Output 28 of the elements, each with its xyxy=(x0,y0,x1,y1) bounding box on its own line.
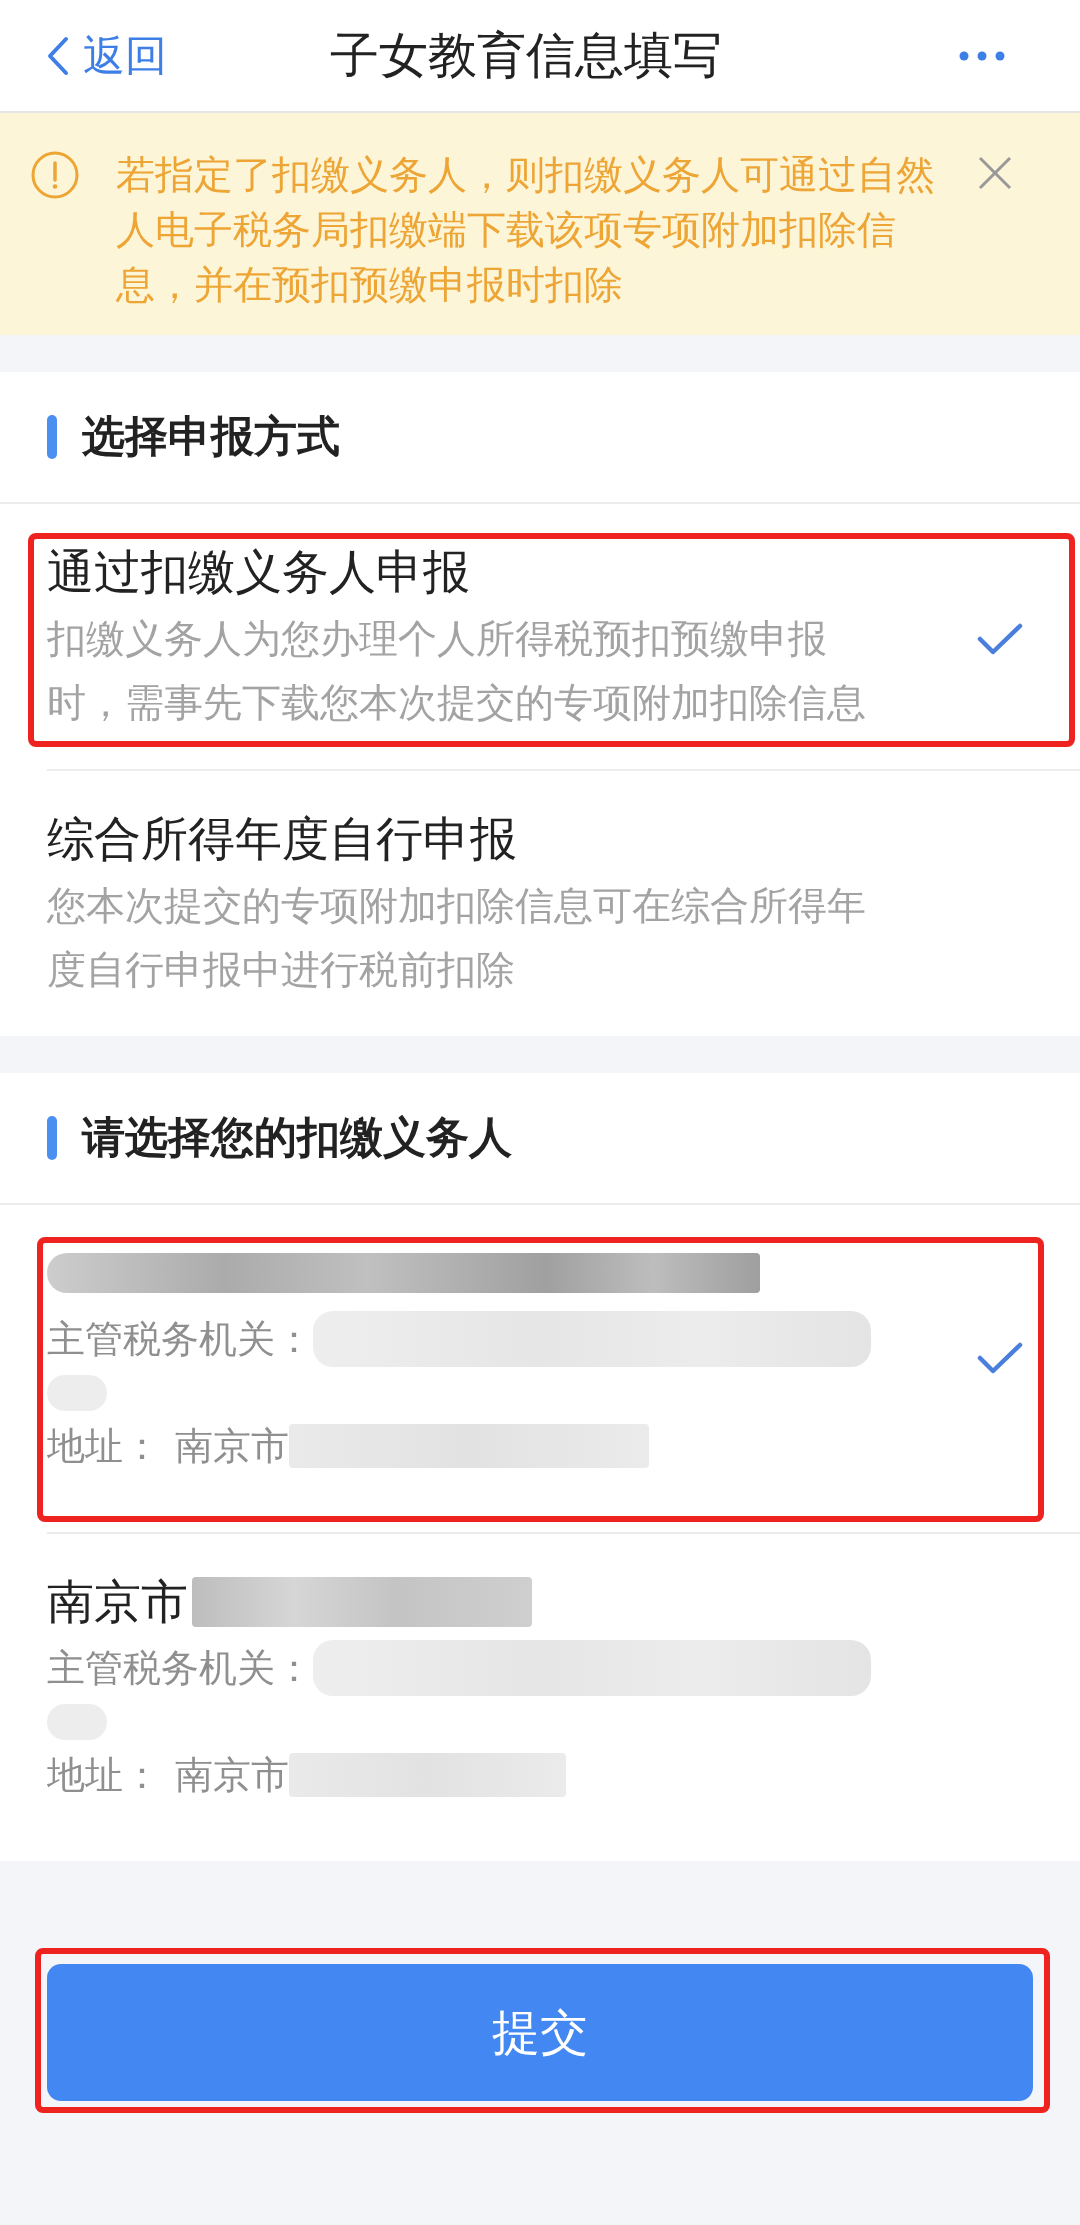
option-item[interactable]: 综合所得年度自行申报 您本次提交的专项附加扣除信息可在综合所得年度自行申报中进行税前扣除 xyxy=(47,769,1080,1036)
agent-item[interactable]: 南京市 主管税务机关： 地址： 南京市 xyxy=(47,1532,1080,1861)
option-description: 扣缴义务人为您办理个人所得税预扣预缴申报时，需事先下载您本次提交的专项附加扣除信息 xyxy=(47,616,867,726)
heading-accent-bar xyxy=(47,1116,57,1160)
agent-name: 南京市 xyxy=(47,1573,188,1630)
option-title: 综合所得年度自行申报 xyxy=(47,811,518,867)
close-icon[interactable] xyxy=(978,156,1012,190)
address-label: 地址： xyxy=(47,1423,161,1469)
section-heading: 请选择您的扣缴义务人 xyxy=(82,1112,512,1163)
check-icon xyxy=(977,622,1023,655)
check-icon xyxy=(977,1341,1023,1374)
back-label: 返回 xyxy=(83,34,167,77)
tax-authority-label: 主管税务机关： xyxy=(47,1316,313,1362)
address-label: 地址： xyxy=(47,1752,161,1798)
address-value: 南京市 xyxy=(175,1423,289,1469)
chevron-left-icon xyxy=(47,35,69,76)
notice-text: 若指定了扣缴义务人，则扣缴义务人可通过自然人电子税务局扣缴端下载该项专项附加扣除信息，并在预扣预缴申报时扣除 xyxy=(116,152,936,308)
back-button[interactable]: 返回 xyxy=(47,34,167,77)
more-icon[interactable] xyxy=(959,50,1005,61)
option-title: 通过扣缴义务人申报 xyxy=(47,544,471,600)
option-description: 您本次提交的专项附加扣除信息可在综合所得年度自行申报中进行税前扣除 xyxy=(47,883,867,993)
tax-authority-label: 主管税务机关： xyxy=(47,1645,313,1691)
page-title: 子女教育信息填写 xyxy=(330,26,722,84)
option-item[interactable]: 通过扣缴义务人申报 扣缴义务人为您办理个人所得税预扣预缴申报时，需事先下载您本次提交的专项附加扣除信息 xyxy=(47,504,1080,769)
address-value: 南京市 xyxy=(175,1752,289,1798)
section-heading: 选择申报方式 xyxy=(82,411,340,462)
exclamation-icon xyxy=(31,151,79,199)
heading-accent-bar xyxy=(47,415,57,459)
